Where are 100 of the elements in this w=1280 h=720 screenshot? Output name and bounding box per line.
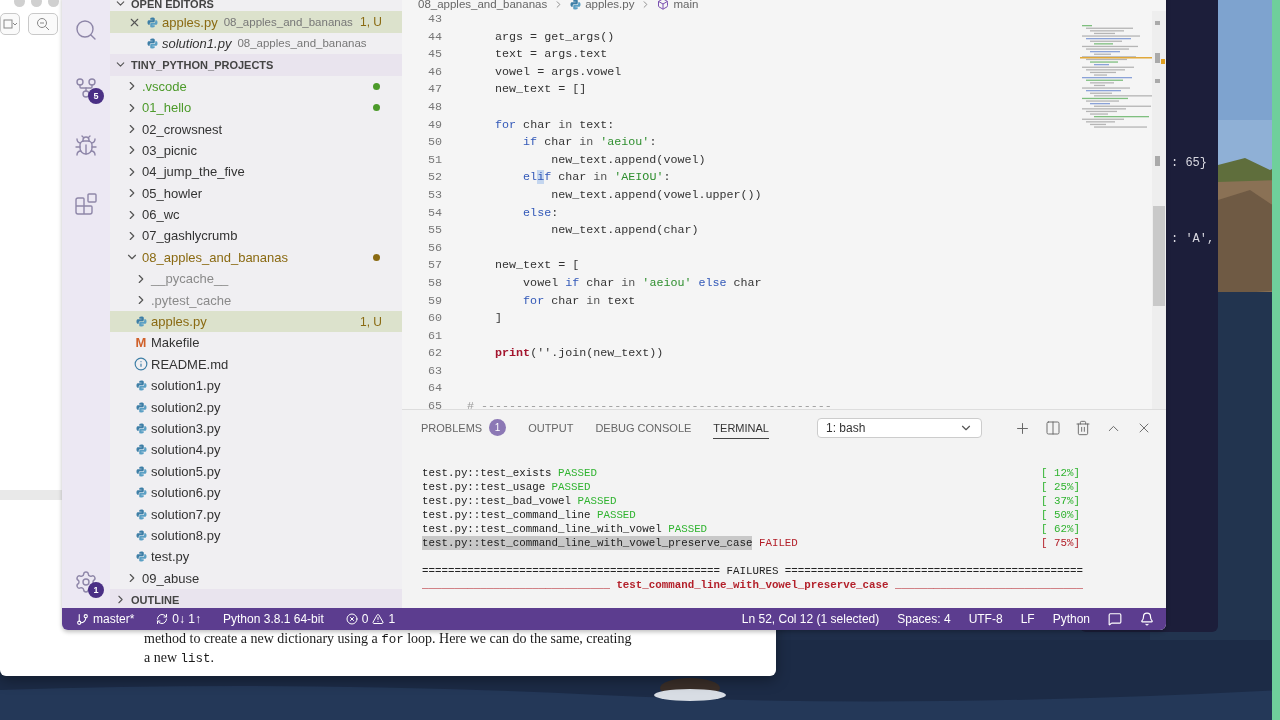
line-number: 57 [427,257,442,275]
python-icon [135,423,147,434]
line-number: 44 [427,28,442,46]
test-progress: [ 25%] [1041,480,1080,494]
code-line: print(''.join(new_text)) [494,345,665,363]
zoom-out-button[interactable] [28,13,58,35]
explorer-item[interactable]: solution7.py [110,503,402,525]
line-number: 63 [427,362,442,380]
status-item[interactable]: LF [1020,612,1035,626]
line-number: 45 [427,46,442,64]
code-line: new_text = [ [494,257,581,275]
makefile-icon: M [135,336,147,350]
status-item[interactable]: Ln 52, Col 12 (1 selected) [741,612,880,626]
split-icon[interactable] [1045,420,1061,436]
explorer-item[interactable]: 08_apples_and_bananas [110,246,402,269]
open-editor-item[interactable]: apples.py 08_apples_and_bananas 1, U [110,11,402,33]
explorer-item[interactable]: 06_wc [110,203,402,226]
bell-icon[interactable] [1140,612,1154,626]
file-name: README.md [151,356,229,372]
extensions-icon[interactable] [74,192,98,216]
panel-tab[interactable]: DEBUG CONSOLE [595,417,692,439]
bug-icon[interactable] [74,134,98,158]
breadcrumb-item[interactable]: main [657,0,699,10]
branch-item[interactable]: master* [76,612,135,626]
python-icon [135,508,147,520]
search-icon[interactable] [74,18,98,42]
info-icon [134,357,148,372]
interpreter-item[interactable]: Python 3.8.1 64-bit [223,612,324,626]
file-name: solution5.py [151,463,221,479]
explorer-item[interactable]: README.md [110,353,402,376]
explorer-item[interactable]: solution2.py [110,396,402,418]
explorer-item[interactable]: 02_crowsnest [110,118,402,140]
line-number: 46 [427,63,442,81]
file-name: 09_abuse [142,570,200,586]
status-item[interactable]: Spaces: 4 [897,612,951,626]
test-result: PASSED [668,522,708,536]
trash-icon[interactable] [1075,420,1091,436]
status-item[interactable]: UTF-8 [968,612,1003,626]
explorer-item[interactable]: solution8.py [110,524,402,547]
source-control-icon[interactable] [74,76,98,100]
status-item[interactable]: Python [1052,612,1090,626]
line-number: 61 [427,327,442,345]
explorer-item[interactable]: solution6.py [110,482,402,504]
settings-icon[interactable] [74,570,98,594]
feedback-icon[interactable] [1108,612,1122,626]
explorer-item[interactable]: M Makefile [110,332,402,354]
test-result: PASSED [596,508,636,522]
section-header[interactable]: OUTLINE [110,588,402,611]
test-name: test.py::test_bad_vowel [422,494,572,508]
line-number: 49 [427,116,442,134]
test-progress: [ 50%] [1041,508,1080,522]
code-line: new_text.append(vowel) [550,151,707,169]
code-line: for char in text: [494,116,616,134]
file-name: 06_wc [142,207,180,223]
terminal-dropdown[interactable]: 1: bash [817,418,982,438]
test-name: test.py::test_command_line_with_vowel_preserve_case [422,536,753,550]
python-icon [135,401,147,413]
code-line: for char in text [522,292,637,310]
code-line: new_text.append(char) [550,222,700,240]
panel-tab[interactable]: PROBLEMS 1 [421,415,507,441]
panel-tab[interactable]: TERMINAL [713,417,769,439]
explorer-item[interactable]: 05_howler [110,182,402,204]
code-line: text = args.text [494,46,609,64]
file-name: .pytest_cache [151,292,232,308]
explorer-item[interactable]: apples.py 1, U [110,310,402,333]
explorer-item[interactable]: solution4.py [110,439,402,461]
code-line: elif char in 'AEIOU': [522,169,672,187]
line-number: 52 [427,169,442,187]
explorer-item[interactable]: solution1.py [110,375,402,397]
open-editor-item[interactable]: solution1.py 08_apples_and_bananas [110,32,402,55]
explorer-item[interactable]: solution5.py [110,460,402,482]
panel-tab[interactable]: OUTPUT [528,417,574,439]
line-number: 51 [427,151,442,169]
explorer-item[interactable]: test.py [110,546,402,568]
explorer-item[interactable]: solution3.py [110,417,402,440]
line-number: 65 [427,398,442,409]
python-icon [135,465,147,477]
line-number: 58 [427,274,442,292]
sidebar-toggle-button[interactable] [0,13,20,35]
sync-item[interactable]: 0↓ 1↑ [156,612,202,626]
explorer-item[interactable]: 04_jump_the_five [110,161,402,183]
warning-icon [372,613,385,625]
count-badge: 1 [489,419,507,436]
explorer-item[interactable]: 03_picnic [110,139,402,162]
explorer-item[interactable]: 09_abuse [110,567,402,589]
breadcrumb-item[interactable]: 08_apples_and_bananas [418,0,548,10]
line-number: 53 [427,186,442,204]
breadcrumb-item[interactable]: apples.py [570,0,635,10]
problems-item[interactable]: 0 1 [345,612,396,626]
code-line: if char in 'aeiou': [522,134,658,152]
file-name: 02_crowsnest [142,121,223,137]
test-name: test.py::test_exists [422,466,552,480]
test-progress: [ 12%] [1041,466,1080,480]
file-name: test.py [151,549,190,565]
test-result: PASSED [558,466,597,480]
scrollbar-drawing[interactable] [1152,11,1166,409]
section-header[interactable]: TINY_PYTHON_PROJECTS [110,54,402,76]
file-name: 05_howler [142,185,202,201]
explorer-item[interactable]: 07_gashlycrumb [110,225,402,247]
python-icon [135,316,147,328]
